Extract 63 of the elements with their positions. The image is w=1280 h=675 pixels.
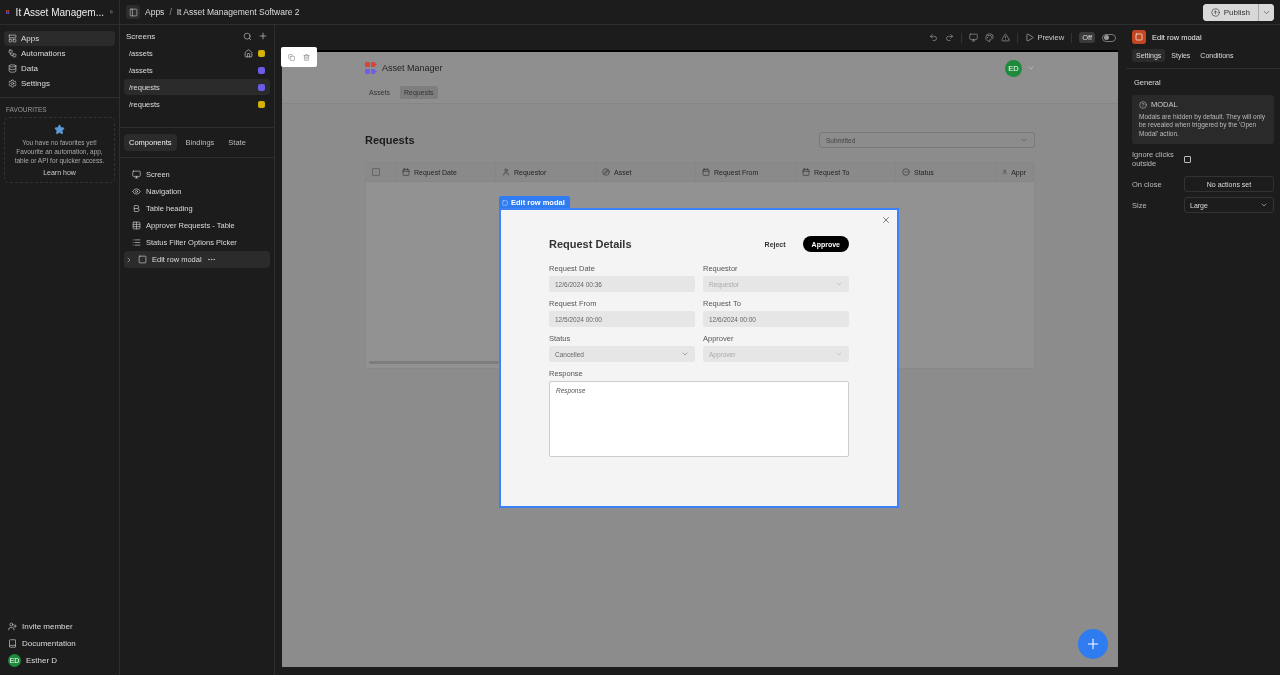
caret-icon [835,280,843,288]
more-icon [206,255,216,264]
upload-icon [1210,7,1220,17]
user-icon [502,168,510,176]
search-icon[interactable] [243,31,252,41]
workflow-icon [8,49,17,58]
nav-item[interactable]: Apps [4,31,115,46]
expand-icon[interactable] [125,255,133,264]
nav-item[interactable]: Settings [4,76,115,91]
book-icon [8,639,17,648]
nav-item[interactable]: Data [4,61,115,76]
breadcrumb-separator: / [169,7,172,17]
eye-icon [132,187,141,196]
add-icon[interactable] [258,31,268,41]
user-icon [1002,168,1008,176]
close-icon[interactable] [881,215,891,225]
footer-link[interactable]: Invite member [4,618,115,635]
database-icon [8,64,17,73]
caret-icon [1027,64,1035,72]
bold-icon [132,204,141,213]
caret-icon [681,350,689,358]
checkbox[interactable] [1184,155,1191,163]
redo-icon[interactable] [945,33,955,42]
brand-name: Asset Manager [382,63,444,73]
compass-icon [602,168,610,176]
add-button[interactable] [1078,629,1108,659]
list-icon [132,238,141,247]
modal-title: Request Details [549,238,633,250]
logo-icon [365,62,377,74]
caret-icon [835,350,843,358]
help-icon [1139,100,1147,109]
footer-link[interactable]: Documentation [4,635,115,652]
screens-heading: Screens [126,31,157,41]
breadcrumb-item[interactable]: Apps [145,7,165,17]
calendar-icon [802,168,810,176]
modal-component-icon [1132,30,1146,44]
caret-icon [1020,136,1028,144]
user-plus-icon [8,622,17,631]
delete-icon[interactable] [303,53,310,61]
table-icon [132,221,141,230]
nav-item[interactable]: Automations [4,46,115,61]
app-title: It Asset Managem... [15,6,104,18]
checkbox[interactable] [372,168,380,176]
undo-icon[interactable] [929,33,939,42]
screen-icon [132,170,141,179]
warning-icon[interactable] [1001,33,1011,42]
circle-chevron-icon [902,168,910,176]
panel-icon [128,7,138,17]
monitor-icon[interactable] [969,33,979,42]
duplicate-icon[interactable] [288,53,295,61]
panel-button[interactable] [126,5,140,19]
calendar-icon [702,168,710,176]
publish-menu-button[interactable] [1258,3,1274,21]
page-heading: Requests [365,134,415,146]
calendar-icon [402,168,410,176]
plus-icon [1085,636,1101,652]
play-icon [1025,33,1035,42]
app-icon [8,34,17,43]
settings-icon [8,79,17,88]
square-icon [138,255,147,264]
palette-icon[interactable] [985,33,995,42]
breadcrumb-item[interactable]: It Asset Management Software 2 [176,7,300,17]
star-icon [54,124,65,135]
